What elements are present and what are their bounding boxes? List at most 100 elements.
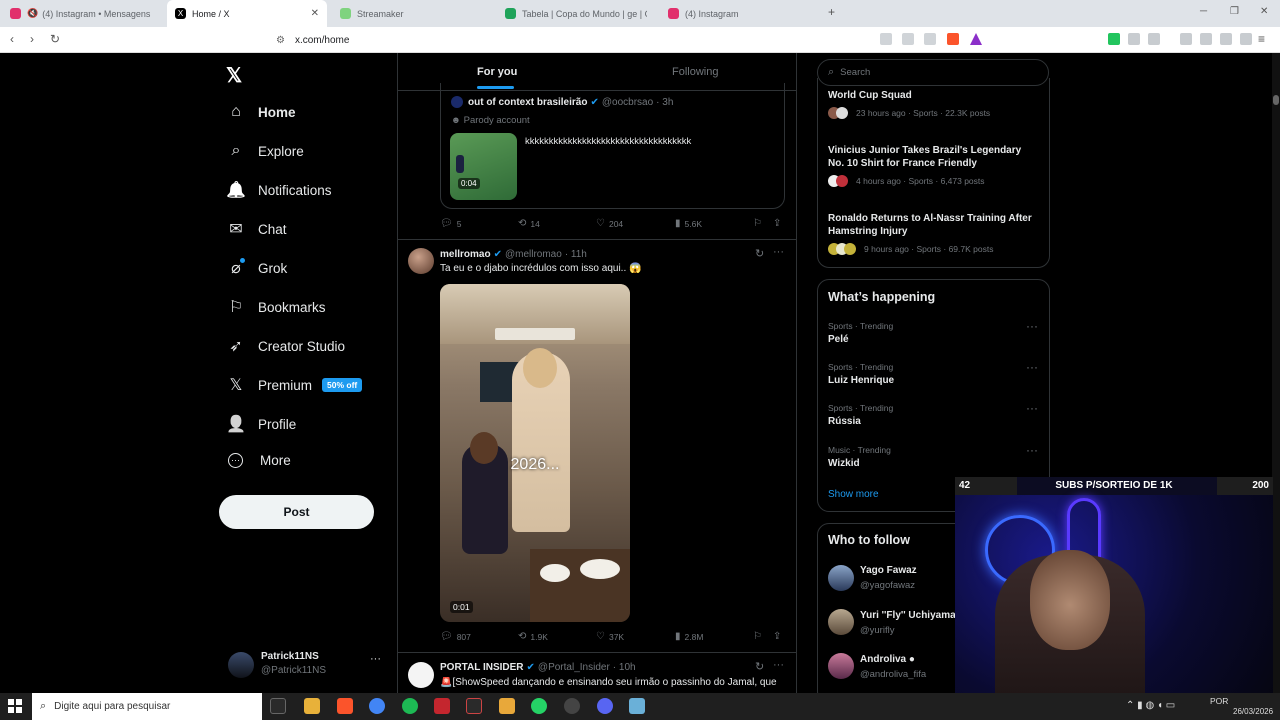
trend-item[interactable]: Sports · Trending Rússia [828, 403, 1038, 427]
scrollbar-thumb[interactable] [1273, 95, 1279, 105]
language-indicator[interactable]: POR [1210, 696, 1228, 706]
reply-button[interactable]: 💬︎ 807 [440, 631, 471, 642]
quoted-tweet-card[interactable]: out of context brasileirão ✔ @oocbrsao ·… [440, 83, 785, 209]
app-icon[interactable] [466, 698, 482, 714]
taskbar-search-input[interactable]: ⌕ Digite aqui para pesquisar [32, 693, 262, 720]
views-button[interactable]: ▮ 5.6K [675, 218, 702, 229]
grok-analyze-icon[interactable]: ↻ [755, 660, 764, 673]
tab-for-you[interactable]: For you [477, 66, 517, 78]
tweet-more-icon[interactable]: ··· [773, 659, 784, 671]
close-window-icon[interactable]: ✕ [1260, 6, 1268, 17]
news-item[interactable]: World Cup Squad 23 hours ago · Sports · … [828, 89, 1038, 119]
tweet-time[interactable]: · 11h [565, 249, 587, 260]
tweet-video[interactable]: 2026... 0:01 [440, 284, 630, 622]
avatar[interactable] [828, 609, 854, 635]
site-settings-icon[interactable]: ⚙ [276, 35, 285, 46]
trend-more-icon[interactable]: ··· [1026, 443, 1038, 457]
notepad-icon[interactable] [629, 698, 645, 714]
post-button[interactable]: Post [219, 495, 374, 529]
url-field[interactable]: ⚙ x.com/home [240, 30, 990, 50]
share-button[interactable]: ⇪ [773, 218, 785, 229]
browser-tab-tabela-copa[interactable]: Tabela | Copa do Mundo | ge | Copa do Mu… [497, 0, 647, 27]
browser-tab-instagram[interactable]: (4) Instagram [660, 0, 825, 27]
browser-tab-streamaker[interactable]: Streamaker [332, 0, 497, 27]
trend-item[interactable]: Sports · Trending Luiz Henrique [828, 362, 1038, 386]
author-handle[interactable]: @Portal_Insider [538, 662, 610, 673]
reply-button[interactable]: 💬︎ 5 [440, 218, 461, 229]
quoted-video-thumbnail[interactable]: 0:04 [450, 133, 517, 200]
chrome-icon[interactable] [369, 698, 385, 714]
whatsapp-icon[interactable] [531, 698, 547, 714]
discord-icon[interactable] [597, 698, 613, 714]
system-tray-icons[interactable]: ⌃ ▮ ◍ ◖ ▭ [1126, 700, 1175, 711]
shield-icon[interactable] [1240, 33, 1252, 45]
page-scrollbar[interactable] [1272, 53, 1280, 693]
avatar[interactable] [408, 662, 434, 688]
views-button[interactable]: ▮ 2.8M [675, 631, 703, 642]
author-name[interactable]: PORTAL INSIDER [440, 662, 524, 673]
sidebar-item-creator-studio[interactable]: ➶ Creator Studio [226, 336, 345, 356]
brave-shield-icon[interactable] [947, 33, 959, 45]
like-button[interactable]: ♡ 37K [596, 631, 624, 642]
author-handle[interactable]: @mellromao [505, 249, 562, 260]
account-more-icon[interactable]: ··· [370, 653, 381, 665]
trend-more-icon[interactable]: ··· [1026, 360, 1038, 374]
follow-name[interactable]: Yago Fawaz [860, 565, 917, 576]
forward-icon[interactable]: › [30, 32, 34, 46]
tweet-more-icon[interactable]: ··· [773, 246, 784, 258]
like-button[interactable]: ♡ 204 [596, 218, 623, 229]
sidebar-item-grok[interactable]: ⌀ Grok [226, 258, 287, 278]
share-icon[interactable] [924, 33, 936, 45]
avatar[interactable] [408, 248, 434, 274]
sidebar-item-premium[interactable]: 𝕏 Premium 50% off [226, 375, 363, 395]
back-icon[interactable]: ‹ [10, 32, 14, 46]
app-icon[interactable] [499, 698, 515, 714]
translate-icon[interactable] [880, 33, 892, 45]
taskbar-date[interactable]: 26/03/2026 [1233, 707, 1273, 716]
account-switcher[interactable]: Patrick11NS @Patrick11NS ··· [226, 649, 386, 683]
sidebar-item-profile[interactable]: 👤 Profile [226, 414, 296, 434]
app-icon[interactable] [434, 698, 450, 714]
close-tab-icon[interactable]: ✕ [311, 8, 319, 19]
sidebar-item-home[interactable]: ⌂ Home [226, 102, 295, 122]
follow-name[interactable]: Androliva ● [860, 654, 915, 665]
x-logo-icon[interactable]: 𝕏 [226, 63, 242, 88]
extension-bars-icon[interactable] [1108, 33, 1120, 45]
author-name[interactable]: mellromao [440, 249, 491, 260]
show-more-link[interactable]: Show more [828, 489, 879, 500]
reload-icon[interactable]: ↻ [50, 32, 60, 46]
avatar[interactable] [828, 565, 854, 591]
cast-icon[interactable] [902, 33, 914, 45]
follow-name[interactable]: Yuri ''Fly'' Uchiyama [860, 610, 956, 621]
news-item[interactable]: Vinicius Junior Takes Brazil's Legendary… [828, 144, 1038, 187]
trend-more-icon[interactable]: ··· [1026, 319, 1038, 333]
menu-icon[interactable]: ≡ [1258, 32, 1265, 46]
repost-button[interactable]: ⟲ 14 [518, 218, 540, 229]
avatar[interactable] [828, 653, 854, 679]
bookmark-button[interactable]: ⚐ [753, 218, 766, 229]
spotify-icon[interactable] [402, 698, 418, 714]
news-item[interactable]: Ronaldo Returns to Al-Nassr Training Aft… [828, 212, 1038, 255]
vpn-icon[interactable] [1220, 33, 1232, 45]
windows-start-icon[interactable] [8, 699, 22, 713]
browser-tab-instagram-messages[interactable]: 🔇 (4) Instagram • Mensagens [2, 0, 167, 27]
browser-tab-home-x[interactable]: X Home / X ✕ [167, 0, 327, 27]
repost-button[interactable]: ⟲ 1.9K [518, 631, 548, 642]
sidebar-item-explore[interactable]: ⌕ Explore [226, 141, 304, 161]
wallet-icon[interactable] [1148, 33, 1160, 45]
grok-analyze-icon[interactable]: ↻ [755, 247, 764, 260]
restore-icon[interactable]: ❐ [1230, 6, 1239, 17]
trend-more-icon[interactable]: ··· [1026, 401, 1038, 415]
leo-icon[interactable] [1200, 33, 1212, 45]
sidebar-item-notifications[interactable]: 🔔 Notifications [226, 180, 332, 200]
file-explorer-icon[interactable] [304, 698, 320, 714]
minimize-icon[interactable]: ─ [1200, 6, 1207, 17]
trend-item[interactable]: Music · Trending Wizkid [828, 445, 1038, 469]
obs-icon[interactable] [564, 698, 580, 714]
bookmark-button[interactable]: ⚐ [753, 631, 766, 642]
tweet-time[interactable]: · 10h [613, 662, 636, 673]
tab-following[interactable]: Following [672, 66, 718, 78]
sidebar-item-chat[interactable]: ✉ Chat [226, 219, 286, 239]
new-tab-button[interactable]: + [828, 5, 835, 19]
task-view-icon[interactable] [270, 698, 286, 714]
